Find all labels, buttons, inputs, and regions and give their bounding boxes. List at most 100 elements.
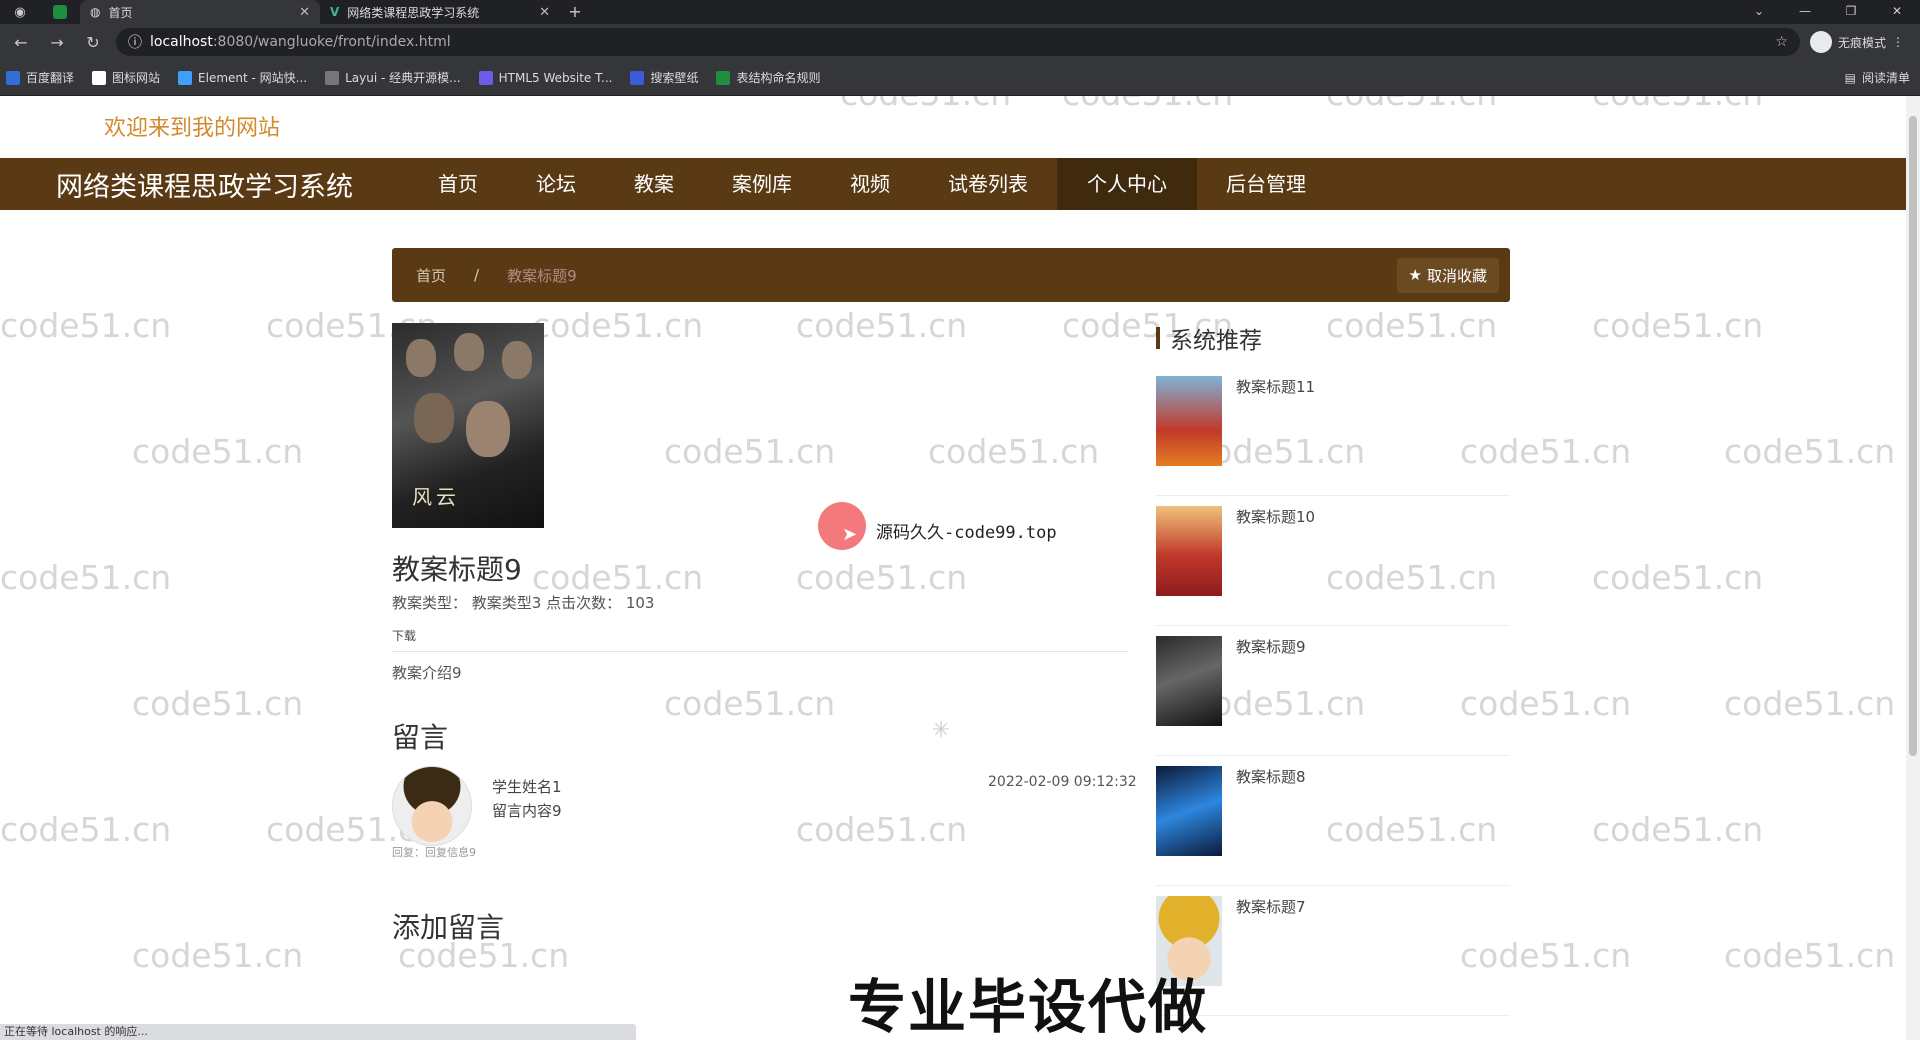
browser-menu-icon[interactable]: ◉ (0, 0, 40, 24)
browser-status-bar: 正在等待 localhost 的响应... (0, 1024, 636, 1040)
watermark: code51.cn (1062, 96, 1233, 113)
nav-lesson-plans[interactable]: 教案 (605, 158, 703, 210)
nav-exam-list[interactable]: 试卷列表 (919, 158, 1057, 210)
reading-list-button[interactable]: ▤ 阅读清单 (1845, 60, 1910, 96)
watermark: code51.cn (1724, 936, 1896, 975)
app-shortcut-icon[interactable] (40, 0, 80, 24)
profile-button[interactable]: 无痕模式 ⋮ (1809, 31, 1912, 53)
back-button[interactable]: ← (8, 33, 34, 52)
comment-author: 学生姓名1 (492, 778, 562, 796)
poster-figure (406, 339, 436, 377)
recommend-title: 教案标题9 (1236, 638, 1306, 656)
vue-icon: V (330, 5, 340, 19)
restore-button[interactable]: ❐ (1828, 0, 1874, 24)
bookmark-star-icon[interactable]: ☆ (1775, 34, 1788, 50)
watermark: code51.cn (1724, 432, 1896, 471)
nav-videos[interactable]: 视频 (821, 158, 919, 210)
watermark: code51.cn (664, 432, 836, 471)
bookmark-item[interactable]: Element - 网站快... (178, 69, 307, 86)
bookmark-item[interactable]: 百度翻译 (6, 69, 74, 86)
bookmark-item[interactable]: 搜索壁纸 (630, 69, 698, 86)
nav-home[interactable]: 首页 (409, 158, 507, 210)
nav-forum[interactable]: 论坛 (507, 158, 605, 210)
main-navbar: 网络类课程思政学习系统 首页 论坛 教案 案例库 视频 试卷列表 个人中心 后台… (0, 158, 1906, 210)
close-tab-icon[interactable]: ✕ (539, 5, 550, 20)
recommend-heading-label: 系统推荐 (1170, 328, 1262, 354)
watermark: code51.cn (664, 684, 836, 723)
lesson-poster: 风云 (392, 323, 544, 528)
address-bar-row: ← → ↻ ⓘ localhost:8080/wangluoke/front/i… (0, 24, 1920, 60)
comment-content: 留言内容9 (492, 802, 562, 820)
unfavorite-button[interactable]: ★ 取消收藏 (1396, 257, 1499, 293)
watermark: code51.cn (0, 306, 172, 345)
recommend-item[interactable]: 教案标题8 (1156, 756, 1510, 886)
lesson-meta: 教案类型： 教案类型3 点击次数： 103 (392, 594, 655, 612)
nav-personal-center[interactable]: 个人中心 (1057, 158, 1197, 210)
profile-label: 无痕模式 (1837, 35, 1886, 50)
recommend-thumbnail (1156, 766, 1222, 856)
nav-admin[interactable]: 后台管理 (1197, 158, 1335, 210)
reading-list-icon: ▤ (1844, 71, 1856, 85)
minimize-button[interactable]: — (1782, 0, 1828, 24)
add-comment-heading: 添加留言 (392, 911, 505, 944)
page-scrollbar[interactable] (1906, 96, 1920, 1040)
source-watermark: 源码久久-code99.top (876, 523, 1057, 543)
recommend-title: 教案标题8 (1236, 768, 1306, 786)
breadcrumb-home[interactable]: 首页 (416, 265, 446, 286)
html5-icon (478, 70, 493, 85)
watermark: code51.cn (1592, 558, 1764, 597)
page-viewport: code51.cn code51.cn code51.cn code51.cn … (0, 96, 1920, 1040)
tab-search-icon[interactable]: ⌄ (1736, 0, 1782, 24)
heading-accent (1156, 327, 1160, 349)
bookmark-item[interactable]: HTML5 Website T... (478, 70, 613, 85)
site-brand[interactable]: 网络类课程思政学习系统 (56, 165, 353, 204)
watermark: code51.cn (1326, 96, 1497, 113)
nav-case-library[interactable]: 案例库 (703, 158, 821, 210)
recommend-item[interactable]: 教案标题7 (1156, 886, 1510, 1016)
welcome-text: 欢迎来到我的网站 (104, 116, 281, 141)
watermark: code51.cn (840, 96, 1011, 113)
forward-button[interactable]: → (44, 33, 70, 52)
recommend-title: 教案标题11 (1236, 378, 1316, 396)
bookmark-label: HTML5 Website T... (498, 70, 613, 85)
new-tab-button[interactable]: + (560, 0, 590, 24)
breadcrumb-current: 教案标题9 (507, 266, 577, 285)
bookmark-label: 百度翻译 (26, 71, 75, 85)
element-icon (178, 70, 193, 85)
close-tab-icon[interactable]: ✕ (299, 5, 310, 20)
watermark-layer: code51.cn code51.cn code51.cn code51.cn … (0, 96, 1906, 1040)
bookmark-label: 搜索壁纸 (650, 71, 699, 85)
recommend-item[interactable]: 教案标题10 (1156, 496, 1510, 626)
scrollbar-thumb[interactable] (1909, 116, 1917, 756)
watermark: code51.cn (928, 432, 1100, 471)
watermark: code51.cn (132, 684, 304, 723)
recommend-title: 教案标题10 (1236, 508, 1316, 526)
globe-icon: ◍ (90, 5, 101, 19)
more-menu-icon[interactable]: ⋮ (1892, 35, 1904, 49)
tab-home[interactable]: ◍ 首页 ✕ (80, 0, 320, 24)
watermark: code51.cn (0, 810, 172, 849)
comments-heading: 留言 (392, 721, 449, 754)
info-icon[interactable]: ⓘ (128, 32, 142, 52)
bookmark-label: Element - 网站快... (198, 71, 308, 85)
tab-system[interactable]: V 网络类课程思政学习系统 ✕ (320, 0, 560, 24)
recommend-heading: 系统推荐 (1156, 321, 1262, 355)
recommend-item[interactable]: 教案标题9 (1156, 626, 1510, 756)
recommend-item[interactable]: 教案标题11 (1156, 366, 1510, 496)
download-link[interactable]: 下载 (392, 627, 416, 644)
bookmark-item[interactable]: 图标网站 (92, 69, 160, 86)
url-input[interactable]: ⓘ localhost:8080/wangluoke/front/index.h… (116, 28, 1800, 56)
breadcrumb: 首页 / 教案标题9 ★ 取消收藏 (392, 248, 1510, 302)
recommend-title: 教案标题7 (1236, 898, 1306, 916)
bookmark-item[interactable]: Layui - 经典开源模... (325, 69, 461, 86)
close-window-button[interactable]: ✕ (1874, 0, 1920, 24)
bookmark-item[interactable]: 表结构命名规则 (716, 69, 820, 86)
reload-button[interactable]: ↻ (80, 33, 106, 52)
breadcrumb-separator: / (474, 266, 480, 284)
recommend-thumbnail (1156, 376, 1222, 466)
tab-title: 网络类课程思政学习系统 (347, 5, 480, 20)
lesson-intro: 教案介绍9 (392, 664, 462, 682)
unfavorite-label: 取消收藏 (1426, 266, 1487, 285)
wallpaper-icon (630, 70, 645, 85)
flag-icon (92, 70, 107, 85)
